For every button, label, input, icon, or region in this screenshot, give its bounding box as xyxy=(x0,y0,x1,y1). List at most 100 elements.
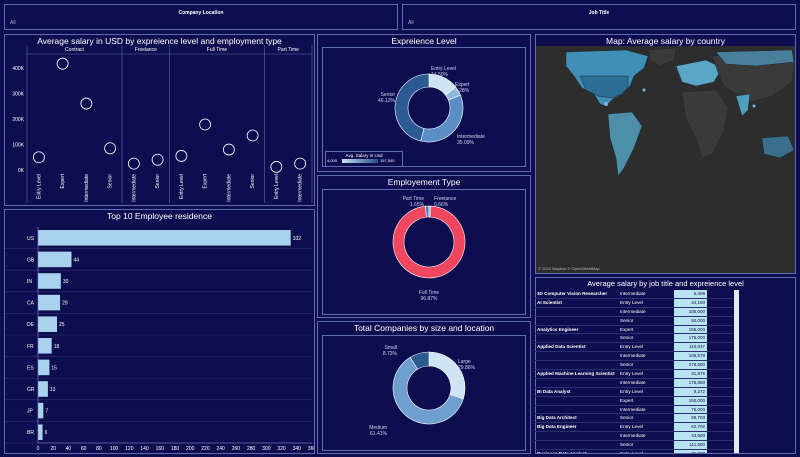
top10-residence-chart: US 332GB 44IN 30CA 29DE 25FR 18ES 15GR 13JP 7BR 60… xyxy=(5,227,314,452)
residence-value: 18 xyxy=(54,344,60,350)
x-category-label: Entry Level xyxy=(274,174,280,199)
companies-title: Total Companies by size and location xyxy=(353,323,495,333)
salary-world-map[interactable]: © 2024 Mapbox © OpenStreetMap xyxy=(536,46,795,273)
country-label: CA xyxy=(27,301,35,307)
experience-level-cell: Intermediate xyxy=(620,406,646,412)
table-row[interactable]: Intermediate 105,578 xyxy=(535,352,733,362)
salary-point xyxy=(32,151,45,164)
job-table-scrollbar[interactable] xyxy=(734,290,739,453)
entry-level-pct: 14.50% xyxy=(431,72,449,78)
residence-value: 25 xyxy=(59,322,65,328)
avg-salary-cell: 76,000 xyxy=(674,405,707,414)
company-location-value[interactable]: All xyxy=(10,20,16,26)
large-pct: 29.86% xyxy=(458,365,476,371)
companies-panel: Total Companies by size and location Sma… xyxy=(317,321,531,454)
country-label: DE xyxy=(27,322,35,328)
salary-point xyxy=(199,118,212,131)
table-row[interactable]: Intermediate 178,850 xyxy=(535,378,733,388)
country-label: IN xyxy=(27,279,32,285)
avg-salary-cell: 75,000 xyxy=(674,450,707,453)
employment-type-donut: Part Time1.65%Freelance0.66%Full Time96.… xyxy=(392,196,466,302)
table-row[interactable]: AI Scientist Entry Level 44,160 xyxy=(535,298,733,308)
x-category-label: Entry Level xyxy=(179,174,185,199)
country-label: ES xyxy=(27,365,34,371)
avg-salary-cell: 110,037 xyxy=(674,343,707,352)
table-row[interactable]: Expert 150,000 xyxy=(535,396,733,406)
avg-salary-cell: 105,000 xyxy=(674,307,707,316)
residence-bar xyxy=(38,251,72,268)
companies-chart-frame: Small 8.73% Large 29.86% Medium 61.41% xyxy=(322,335,526,451)
job-title-cell: Applied Machine Learning Scientist xyxy=(537,371,615,377)
x-tick-label: 0 xyxy=(37,446,40,452)
table-row[interactable]: BI Data Analyst Entry Level 9,272 xyxy=(535,387,733,397)
residence-bar xyxy=(38,402,44,419)
x-tick-label: 340 xyxy=(293,446,302,452)
y-tick-label: 300K xyxy=(12,91,24,97)
avg-salary-cell: 43,500 xyxy=(674,432,707,441)
map-dot xyxy=(642,88,646,92)
top10-residence-panel: Top 10 Employee residence US 332 GB 44 IN 30 C… xyxy=(4,209,315,454)
table-row[interactable]: Big Data Architect Senior 99,703 xyxy=(535,414,733,424)
experience-level-cell: Entry Level xyxy=(620,424,643,430)
table-row[interactable]: Applied Data Scientist Entry Level 110,037 xyxy=(535,343,733,353)
avg-salary-cell: 44,160 xyxy=(674,298,707,307)
experience-level-cell: Entry Level xyxy=(620,451,643,453)
employment-type-title: Employement Type xyxy=(387,177,461,187)
top10-residence-title: Top 10 Employee residence xyxy=(107,211,212,221)
avg-salary-cell: 175,000 xyxy=(674,334,707,343)
country-label: JP xyxy=(27,409,34,415)
experience-level-cell: Intermediate xyxy=(620,291,646,296)
table-row[interactable]: Intermediate 76,000 xyxy=(535,405,733,415)
job-title-cell: BI Data Analyst xyxy=(537,388,571,394)
table-row[interactable]: Intermediate 105,000 xyxy=(535,307,733,317)
y-tick-label: 0K xyxy=(18,168,25,174)
experience-level-cell: Senior xyxy=(620,317,634,323)
table-row[interactable]: Senior 50,000 xyxy=(535,316,733,326)
table-row[interactable]: Senior 111,500 xyxy=(535,441,733,451)
salary-map-title: Map: Average salary by country xyxy=(606,36,725,46)
x-tick-label: 280 xyxy=(247,446,256,452)
table-row[interactable]: Senior 175,000 xyxy=(535,334,733,344)
table-row[interactable]: Analytics Engineer Expert 155,000 xyxy=(535,325,733,335)
employment-type-panel: Employement Type Part Time 1.65% Freelance… xyxy=(317,175,531,318)
avg-salary-cell: 111,500 xyxy=(674,441,707,450)
part-time-pct: 1.65% xyxy=(410,202,425,208)
avg-salary-cell: 62,702 xyxy=(674,423,707,432)
residence-value: 30 xyxy=(63,279,69,285)
job-title-filter[interactable]: Job Title All xyxy=(402,4,796,30)
x-tick-label: 60 xyxy=(81,446,87,452)
job-title-value[interactable]: All xyxy=(408,20,414,26)
y-tick-label: 100K xyxy=(12,142,24,148)
residence-bar xyxy=(38,316,58,332)
company-location-filter[interactable]: Company Location All xyxy=(4,4,398,30)
avg-salary-cell: 9,272 xyxy=(674,387,707,396)
job-title-cell: Business Data Analyst xyxy=(537,451,617,453)
salary-point xyxy=(127,157,140,170)
experience-level-cell: Entry Level xyxy=(620,344,643,350)
experience-level-cell: Entry Level xyxy=(620,371,643,377)
companies-donut: Small8.73%Large29.86%Medium61.41% xyxy=(369,345,476,437)
x-tick-label: 40 xyxy=(66,446,72,452)
x-category-label: Senior xyxy=(250,174,256,189)
residence-value: 332 xyxy=(293,236,302,242)
table-row[interactable]: 3D Computer Vision Researcher Intermediat… xyxy=(535,290,733,299)
x-tick-label: 120 xyxy=(125,446,134,452)
avg-salary-cell: 178,850 xyxy=(674,378,707,387)
experience-level-cell: Senior xyxy=(620,362,634,368)
x-tick-label: 180 xyxy=(171,446,180,452)
x-category-label: Expert xyxy=(203,173,209,188)
map-dot xyxy=(604,102,608,106)
table-row[interactable]: Intermediate 43,500 xyxy=(535,432,733,442)
table-row[interactable]: Applied Machine Learning Scientist Entry … xyxy=(535,370,733,379)
salary-point xyxy=(56,57,69,70)
residence-value: 44 xyxy=(73,257,79,263)
x-tick-label: 240 xyxy=(216,446,225,452)
table-row[interactable]: Senior 278,500 xyxy=(535,361,733,371)
experience-level-cell: Senior xyxy=(620,415,634,421)
salary-legend-gradient xyxy=(342,159,378,163)
table-row[interactable]: Business Data AnalystEntry Level 75,000 xyxy=(535,450,733,453)
table-row[interactable]: Big Data Engineer Entry Level 62,702 xyxy=(535,423,733,433)
company-location-label: Company Location xyxy=(178,10,224,16)
country-label: FR xyxy=(27,344,34,350)
avg-salary-cell: 50,000 xyxy=(674,316,707,325)
